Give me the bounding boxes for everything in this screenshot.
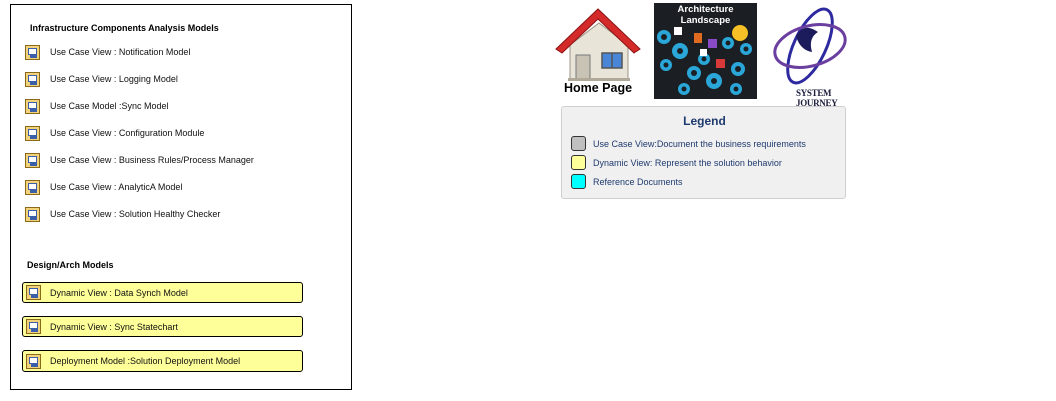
- item-label: Use Case View : Logging Model: [50, 74, 178, 84]
- orbit-logo-icon: [773, 7, 847, 85]
- use-case-diagram-icon: [25, 71, 40, 87]
- item-label: Use Case View : Notification Model: [50, 47, 191, 57]
- use-case-link-healthy-checker[interactable]: Use Case View : Solution Healthy Checker: [25, 205, 220, 223]
- legend-label: Use Case View:Document the business requ…: [593, 138, 806, 149]
- legend-label: Dynamic View: Represent the solution beh…: [593, 157, 782, 168]
- use-case-link-notification[interactable]: Use Case View : Notification Model: [25, 43, 190, 61]
- dynamic-view-sync-statechart[interactable]: Dynamic View : Sync Statechart: [22, 316, 303, 337]
- legend-title: Legend: [683, 114, 726, 128]
- item-label: Dynamic View : Data Synch Model: [50, 287, 188, 298]
- models-panel: Infrastructure Components Analysis Model…: [10, 4, 352, 390]
- use-case-link-logging[interactable]: Use Case View : Logging Model: [25, 70, 178, 88]
- home-page-link[interactable]: Home Page: [554, 5, 642, 97]
- use-case-link-business-rules[interactable]: Use Case View : Business Rules/Process M…: [25, 151, 254, 169]
- item-label: Use Case View : Configuration Module: [50, 128, 205, 138]
- item-label: Use Case View : AnalyticA Model: [50, 182, 183, 192]
- use-case-diagram-icon: [25, 179, 40, 195]
- system-journey-label: SYSTEM JOURNEY: [796, 88, 838, 108]
- design-section-title: Design/Arch Models: [27, 260, 114, 270]
- architecture-landscape-link[interactable]: Architecture Landscape: [654, 3, 757, 99]
- deployment-diagram-icon: [26, 353, 41, 369]
- use-case-link-analytica[interactable]: Use Case View : AnalyticA Model: [25, 178, 182, 196]
- legend-item-use-case: Use Case View:Document the business requ…: [571, 135, 806, 152]
- dynamic-diagram-icon: [26, 319, 41, 334]
- item-label: Deployment Model :Solution Deployment Mo…: [50, 356, 241, 366]
- yellow-swatch: [571, 155, 586, 170]
- use-case-diagram-icon: [25, 152, 40, 168]
- use-case-link-sync[interactable]: Use Case Model :Sync Model: [25, 97, 169, 115]
- dynamic-view-data-synch[interactable]: Dynamic View : Data Synch Model: [22, 282, 303, 303]
- house-icon: [555, 8, 641, 81]
- system-journey-link[interactable]: SYSTEM JOURNEY: [760, 2, 870, 108]
- item-label: Dynamic View : Sync Statechart: [50, 321, 178, 332]
- use-case-diagram-icon: [25, 98, 40, 114]
- infrastructure-section-title: Infrastructure Components Analysis Model…: [30, 23, 219, 33]
- item-label: Use Case View : Solution Healthy Checker: [50, 209, 221, 219]
- cyan-swatch: [571, 174, 586, 189]
- use-case-diagram-icon: [25, 125, 40, 141]
- architecture-landscape-label: Architecture Landscape: [677, 4, 734, 26]
- dynamic-diagram-icon: [26, 285, 41, 300]
- use-case-link-configuration[interactable]: Use Case View : Configuration Module: [25, 124, 204, 142]
- legend-item-dynamic: Dynamic View: Represent the solution beh…: [571, 154, 782, 171]
- use-case-diagram-icon: [25, 206, 40, 222]
- home-page-label: Home Page: [563, 81, 633, 95]
- legend-item-reference: Reference Documents: [571, 173, 683, 190]
- legend-label: Reference Documents: [593, 176, 683, 187]
- legend-box: Legend Use Case View:Document the busine…: [561, 106, 846, 199]
- deployment-model-solution[interactable]: Deployment Model :Solution Deployment Mo…: [22, 350, 303, 372]
- use-case-diagram-icon: [25, 44, 40, 60]
- gray-swatch: [571, 136, 586, 151]
- item-label: Use Case Model :Sync Model: [50, 101, 169, 111]
- item-label: Use Case View : Business Rules/Process M…: [50, 155, 254, 165]
